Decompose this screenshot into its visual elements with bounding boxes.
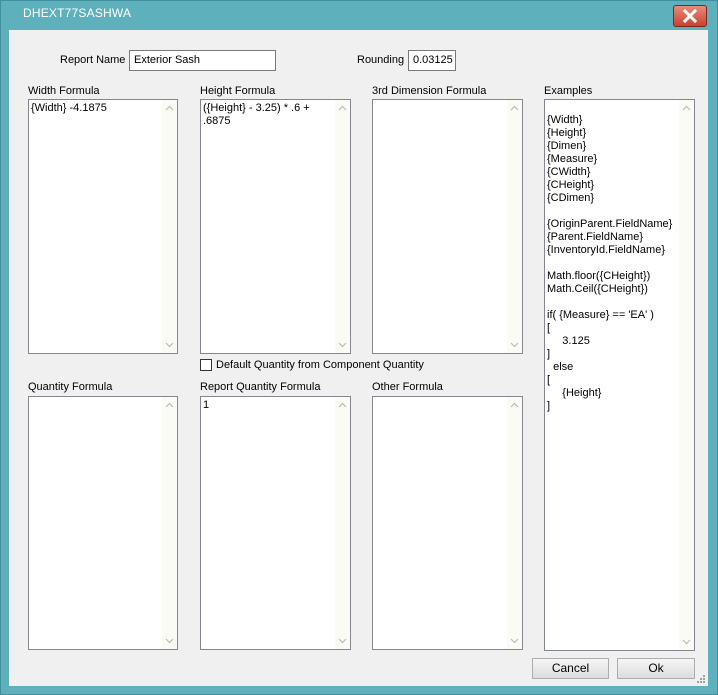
- examples-label: Examples: [544, 85, 593, 97]
- report-quantity-formula-scrollbar[interactable]: [335, 397, 350, 649]
- scroll-down-icon[interactable]: [338, 340, 347, 349]
- title-bar[interactable]: DHEXT77SASHWA: [1, 1, 717, 29]
- scroll-up-icon[interactable]: [510, 401, 519, 410]
- other-formula-scrollbar[interactable]: [507, 397, 522, 649]
- scroll-up-icon[interactable]: [510, 104, 519, 113]
- rounding-input[interactable]: 0.03125: [408, 50, 456, 71]
- report-name-label: Report Name: [60, 54, 126, 66]
- quantity-formula-label: Quantity Formula: [28, 381, 113, 393]
- scroll-down-icon[interactable]: [165, 340, 174, 349]
- width-formula-text: {Width} -4.1875: [31, 102, 107, 114]
- scroll-down-icon[interactable]: [338, 636, 347, 645]
- scroll-up-icon[interactable]: [338, 104, 347, 113]
- report-quantity-formula-textarea[interactable]: 1: [200, 396, 351, 650]
- ok-button[interactable]: Ok: [617, 658, 695, 679]
- cancel-button[interactable]: Cancel: [532, 658, 609, 679]
- close-button[interactable]: [673, 5, 707, 27]
- dialog-window: DHEXT77SASHWA Report Name Exterior Sash …: [0, 0, 718, 695]
- scroll-down-icon[interactable]: [165, 636, 174, 645]
- third-dimension-formula-label: 3rd Dimension Formula: [372, 85, 487, 97]
- scroll-up-icon[interactable]: [165, 401, 174, 410]
- height-formula-scrollbar[interactable]: [335, 100, 350, 353]
- height-formula-label: Height Formula: [200, 85, 276, 97]
- report-quantity-formula-text: 1: [203, 399, 210, 411]
- scroll-up-icon[interactable]: [165, 104, 174, 113]
- report-name-input[interactable]: Exterior Sash: [129, 50, 276, 71]
- report-quantity-formula-label: Report Quantity Formula: [200, 381, 321, 393]
- scroll-down-icon[interactable]: [510, 340, 519, 349]
- default-quantity-checkbox[interactable]: [200, 359, 212, 371]
- other-formula-label: Other Formula: [372, 381, 443, 393]
- third-dimension-formula-textarea[interactable]: [372, 99, 523, 354]
- height-formula-text: ({Height} - 3.25) * .6 + .6875: [203, 102, 310, 127]
- width-formula-scrollbar[interactable]: [162, 100, 177, 353]
- quantity-formula-textarea[interactable]: [28, 396, 178, 650]
- examples-textarea[interactable]: {Width} {Height} {Dimen} {Measure} {CWid…: [544, 99, 695, 651]
- examples-scrollbar[interactable]: [679, 100, 694, 650]
- other-formula-textarea[interactable]: [372, 396, 523, 650]
- height-formula-textarea[interactable]: ({Height} - 3.25) * .6 + .6875: [200, 99, 351, 354]
- scroll-down-icon[interactable]: [510, 636, 519, 645]
- examples-text: {Width} {Height} {Dimen} {Measure} {CWid…: [547, 114, 673, 412]
- scroll-down-icon[interactable]: [682, 637, 691, 646]
- dialog-body: Report Name Exterior Sash Rounding 0.031…: [9, 30, 708, 686]
- width-formula-label: Width Formula: [28, 85, 100, 97]
- third-dimension-formula-scrollbar[interactable]: [507, 100, 522, 353]
- resize-grip-icon[interactable]: [696, 674, 706, 684]
- default-quantity-label[interactable]: Default Quantity from Component Quantity: [216, 359, 424, 371]
- close-icon: [683, 9, 697, 23]
- window-title: DHEXT77SASHWA: [23, 6, 132, 20]
- scroll-up-icon[interactable]: [682, 104, 691, 113]
- rounding-label: Rounding: [357, 54, 405, 66]
- width-formula-textarea[interactable]: {Width} -4.1875: [28, 99, 178, 354]
- quantity-formula-scrollbar[interactable]: [162, 397, 177, 649]
- scroll-up-icon[interactable]: [338, 401, 347, 410]
